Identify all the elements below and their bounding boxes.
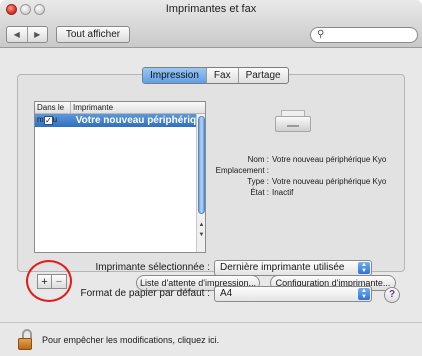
lock-message: Pour empêcher les modifications, cliquez… [42,335,220,345]
paper-size-value: A4 [220,288,233,299]
remove-printer-button[interactable]: − [52,274,67,289]
titlebar: Imprimantes et fax ◀ ▶ Tout afficher ⚲ [0,0,422,48]
back-forward-control: ◀ ▶ [6,26,48,43]
show-all-button[interactable]: Tout afficher [56,26,130,43]
selected-printer-label: Imprimante sélectionnée : [95,262,210,273]
add-printer-button[interactable]: + [37,274,52,289]
window-title: Imprimantes et fax [165,3,257,15]
printer-row[interactable]: ✓ Votre nouveau périphérique Kyocera [35,114,205,127]
detail-value: Votre nouveau périphérique Kyo [272,177,387,186]
in-menu-checkbox[interactable]: ✓ [43,116,53,125]
printer-name: Votre nouveau périphérique Kyocera [75,115,205,126]
back-icon[interactable]: ◀ [7,27,27,42]
tab-bar: Impression Fax Partage [142,67,289,84]
popup-arrows-icon: ▲ ▼ [358,288,370,300]
main-content: Impression Fax Partage Dans le menu Impr… [0,49,422,356]
detail-row-type: Type : Votre nouveau périphérique Kyo [212,176,422,187]
printer-list-scrollbar[interactable]: ▲ ▼ [196,114,205,252]
popup-arrows-icon: ▲ ▼ [358,262,370,274]
tab-partage[interactable]: Partage [237,68,288,83]
scrollbar-thumb[interactable] [198,116,205,214]
detail-value: Inactif [272,188,294,197]
search-field[interactable]: ⚲ [310,27,418,43]
preferences-window: Imprimantes et fax ◀ ▶ Tout afficher ⚲ I… [0,0,422,356]
printer-icon [275,108,311,134]
forward-icon[interactable]: ▶ [26,27,48,42]
detail-value [272,165,422,176]
printer-details: Nom : Votre nouveau périphérique Kyo Emp… [212,154,422,198]
detail-value: Votre nouveau périphérique Kyo [272,155,387,164]
scroll-down-arrow-icon[interactable]: ▼ [197,231,206,240]
scroll-up-arrow-icon[interactable]: ▲ [197,221,206,230]
tab-fax[interactable]: Fax [205,68,238,83]
lock-bar: Pour empêcher les modifications, cliquez… [0,322,422,356]
search-icon: ⚲ [317,29,325,40]
selected-printer-select[interactable]: Dernière imprimante utilisée ▲ ▼ [214,260,372,276]
detail-row-name: Nom : Votre nouveau périphérique Kyo [212,154,422,165]
column-header-printer[interactable]: Imprimante [71,102,205,113]
help-button[interactable]: ? [384,287,400,303]
paper-size-label: Format de papier par défaut : [80,288,210,299]
printer-list-header: Dans le menu Imprimante [35,102,205,124]
detail-label: État : [250,188,269,197]
printer-list[interactable]: Dans le menu Imprimante ✓ Votre nouveau … [34,101,206,253]
lock-icon[interactable] [16,329,34,351]
detail-label: Emplacement : [215,166,269,175]
paper-size-select[interactable]: A4 ▲ ▼ [214,286,372,302]
detail-row-location: Emplacement : [212,165,422,176]
detail-row-status: État : Inactif [212,187,422,198]
detail-label: Type : [247,177,269,186]
selected-printer-value: Dernière imprimante utilisée [220,262,345,273]
detail-label: Nom : [247,155,269,164]
column-header-in-menu[interactable]: Dans le menu [35,102,71,124]
tab-impression[interactable]: Impression [143,68,206,83]
